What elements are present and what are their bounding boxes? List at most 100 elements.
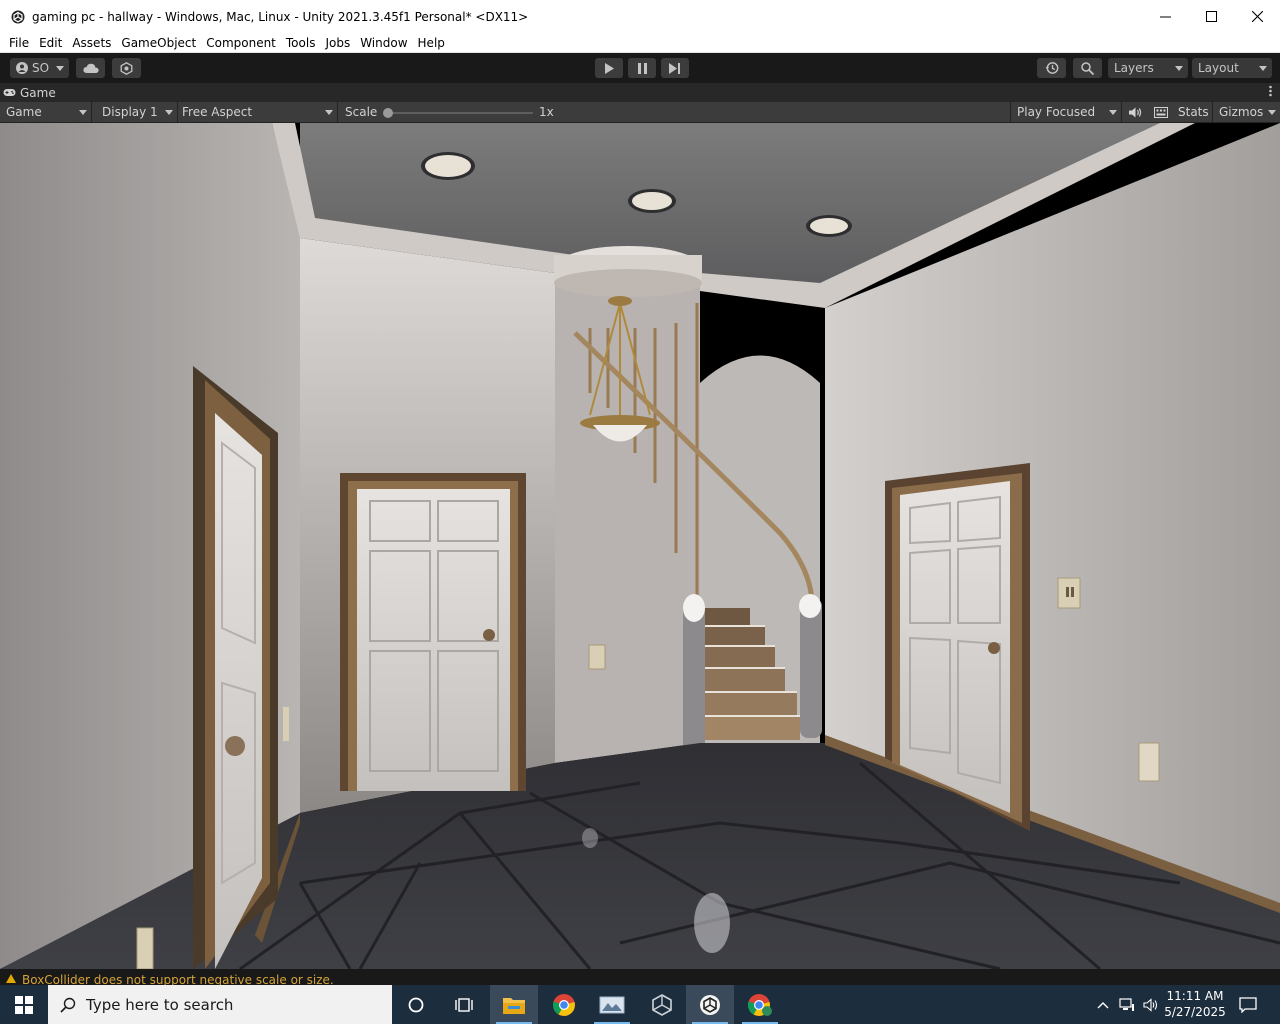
volume-control[interactable] bbox=[1140, 985, 1162, 1024]
undo-history-button[interactable] bbox=[1037, 58, 1066, 78]
window-title: gaming pc - hallway - Windows, Mac, Linu… bbox=[32, 9, 529, 24]
main-toolbar: SO Layers Layout bbox=[0, 53, 1280, 83]
menu-window[interactable]: Window bbox=[355, 34, 412, 52]
close-window-button[interactable] bbox=[1234, 0, 1280, 33]
taskbar-unity-editor[interactable] bbox=[686, 985, 734, 1024]
play-button[interactable] bbox=[595, 58, 623, 78]
clock-time: 11:11 AM bbox=[1166, 989, 1224, 1003]
mute-audio-button[interactable] bbox=[1124, 102, 1146, 123]
view-mode-dropdown[interactable]: Game bbox=[0, 102, 92, 123]
account-label: SO bbox=[32, 61, 50, 75]
layers-dropdown[interactable]: Layers bbox=[1108, 58, 1188, 78]
taskbar-chrome[interactable] bbox=[540, 985, 588, 1024]
hallway-scene bbox=[0, 123, 1280, 969]
minimize-button[interactable] bbox=[1142, 0, 1188, 33]
windows-logo-icon bbox=[15, 995, 33, 1014]
search-button[interactable] bbox=[1073, 58, 1102, 78]
tab-options-menu[interactable] bbox=[1269, 85, 1272, 100]
display-dropdown[interactable]: Display 1 bbox=[96, 102, 178, 123]
menu-jobs[interactable]: Jobs bbox=[320, 34, 355, 52]
close-icon bbox=[1251, 11, 1263, 22]
taskbar-photos[interactable] bbox=[588, 985, 636, 1024]
tab-game[interactable]: Game bbox=[3, 83, 56, 102]
play-mode-dropdown[interactable]: Play Focused bbox=[1010, 102, 1122, 123]
history-icon bbox=[1045, 62, 1058, 74]
show-hidden-icons-button[interactable] bbox=[1092, 985, 1114, 1024]
warning-icon bbox=[6, 974, 16, 983]
game-viewport[interactable] bbox=[0, 123, 1280, 969]
play-mode-label: Play Focused bbox=[1017, 105, 1096, 119]
minimize-icon bbox=[1159, 16, 1171, 18]
menu-gameobject[interactable]: GameObject bbox=[116, 34, 201, 52]
notification-icon bbox=[1239, 996, 1257, 1013]
gamepad-icon bbox=[3, 89, 16, 96]
network-status[interactable] bbox=[1116, 985, 1138, 1024]
step-button[interactable] bbox=[661, 58, 689, 78]
game-view-toolbar: Game Display 1 Free Aspect Scale 1x Play… bbox=[0, 102, 1280, 123]
clock-date: 5/27/2025 bbox=[1164, 1005, 1226, 1019]
file-explorer-icon bbox=[503, 997, 525, 1014]
stats-toggle[interactable]: Stats bbox=[1178, 102, 1209, 123]
volume-icon bbox=[1143, 997, 1158, 1012]
menu-file[interactable]: File bbox=[0, 34, 34, 52]
search-icon bbox=[60, 997, 76, 1013]
start-button[interactable] bbox=[0, 985, 48, 1024]
collab-icon bbox=[120, 61, 133, 75]
layers-label: Layers bbox=[1114, 61, 1154, 75]
layout-label: Layout bbox=[1198, 61, 1239, 75]
layout-dropdown[interactable]: Layout bbox=[1192, 58, 1272, 78]
collab-button[interactable] bbox=[112, 58, 141, 78]
pause-button[interactable] bbox=[628, 58, 656, 78]
keyboard-icon bbox=[1154, 107, 1168, 118]
search-placeholder: Type here to search bbox=[86, 995, 234, 1014]
menu-help[interactable]: Help bbox=[413, 34, 450, 52]
scale-value: 1x bbox=[539, 105, 554, 119]
play-icon bbox=[605, 62, 614, 74]
unity-logo-icon bbox=[11, 10, 25, 23]
unity-editor-icon bbox=[700, 994, 720, 1015]
taskbar-file-explorer[interactable] bbox=[490, 985, 538, 1024]
console-status-bar[interactable]: BoxCollider does not support negative sc… bbox=[0, 969, 1280, 985]
network-icon bbox=[1119, 997, 1134, 1011]
menu-tools[interactable]: Tools bbox=[281, 34, 321, 52]
scale-slider-handle[interactable] bbox=[383, 108, 393, 118]
action-center-button[interactable] bbox=[1234, 985, 1262, 1024]
gizmos-label: Gizmos bbox=[1219, 105, 1264, 119]
task-view-icon bbox=[455, 997, 473, 1012]
cloud-button[interactable] bbox=[76, 58, 105, 78]
display-label: Display 1 bbox=[102, 105, 158, 119]
scale-slider-track[interactable] bbox=[386, 112, 533, 114]
windows-taskbar: Type here to search 11:11 AM 5/27/2025 bbox=[0, 985, 1280, 1024]
chevron-up-icon bbox=[1097, 1001, 1109, 1008]
menu-component[interactable]: Component bbox=[201, 34, 281, 52]
menu-bar: File Edit Assets GameObject Component To… bbox=[0, 33, 1280, 53]
chrome-profile-icon bbox=[747, 993, 772, 1016]
taskbar-clock[interactable]: 11:11 AM 5/27/2025 bbox=[1162, 988, 1228, 1020]
cortana-icon bbox=[408, 997, 424, 1012]
cloud-icon bbox=[82, 63, 99, 73]
menu-assets[interactable]: Assets bbox=[67, 34, 116, 52]
taskbar-unity-hub[interactable] bbox=[638, 985, 686, 1024]
cortana-button[interactable] bbox=[392, 985, 440, 1024]
step-icon bbox=[669, 62, 680, 74]
keyboard-shortcuts-button[interactable] bbox=[1150, 102, 1172, 123]
game-tab-strip: Game bbox=[0, 83, 1280, 102]
console-last-message[interactable]: BoxCollider does not support negative sc… bbox=[22, 973, 334, 985]
aspect-dropdown[interactable]: Free Aspect bbox=[176, 102, 338, 123]
account-dropdown[interactable]: SO bbox=[10, 58, 69, 78]
account-icon bbox=[16, 62, 28, 74]
aspect-label: Free Aspect bbox=[182, 105, 253, 119]
taskbar-search-box[interactable]: Type here to search bbox=[48, 985, 392, 1024]
gizmos-dropdown[interactable]: Gizmos bbox=[1212, 102, 1280, 123]
task-view-button[interactable] bbox=[440, 985, 488, 1024]
chrome-icon bbox=[552, 993, 575, 1016]
tab-game-label: Game bbox=[20, 85, 56, 100]
menu-edit[interactable]: Edit bbox=[34, 34, 67, 52]
window-title-bar[interactable]: gaming pc - hallway - Windows, Mac, Linu… bbox=[0, 0, 1280, 33]
maximize-icon bbox=[1205, 11, 1217, 22]
taskbar-chrome-profile[interactable] bbox=[736, 985, 784, 1024]
pause-icon bbox=[637, 62, 647, 74]
scale-label: Scale bbox=[345, 105, 378, 119]
maximize-button[interactable] bbox=[1188, 0, 1234, 33]
more-options-icon bbox=[1269, 85, 1272, 97]
